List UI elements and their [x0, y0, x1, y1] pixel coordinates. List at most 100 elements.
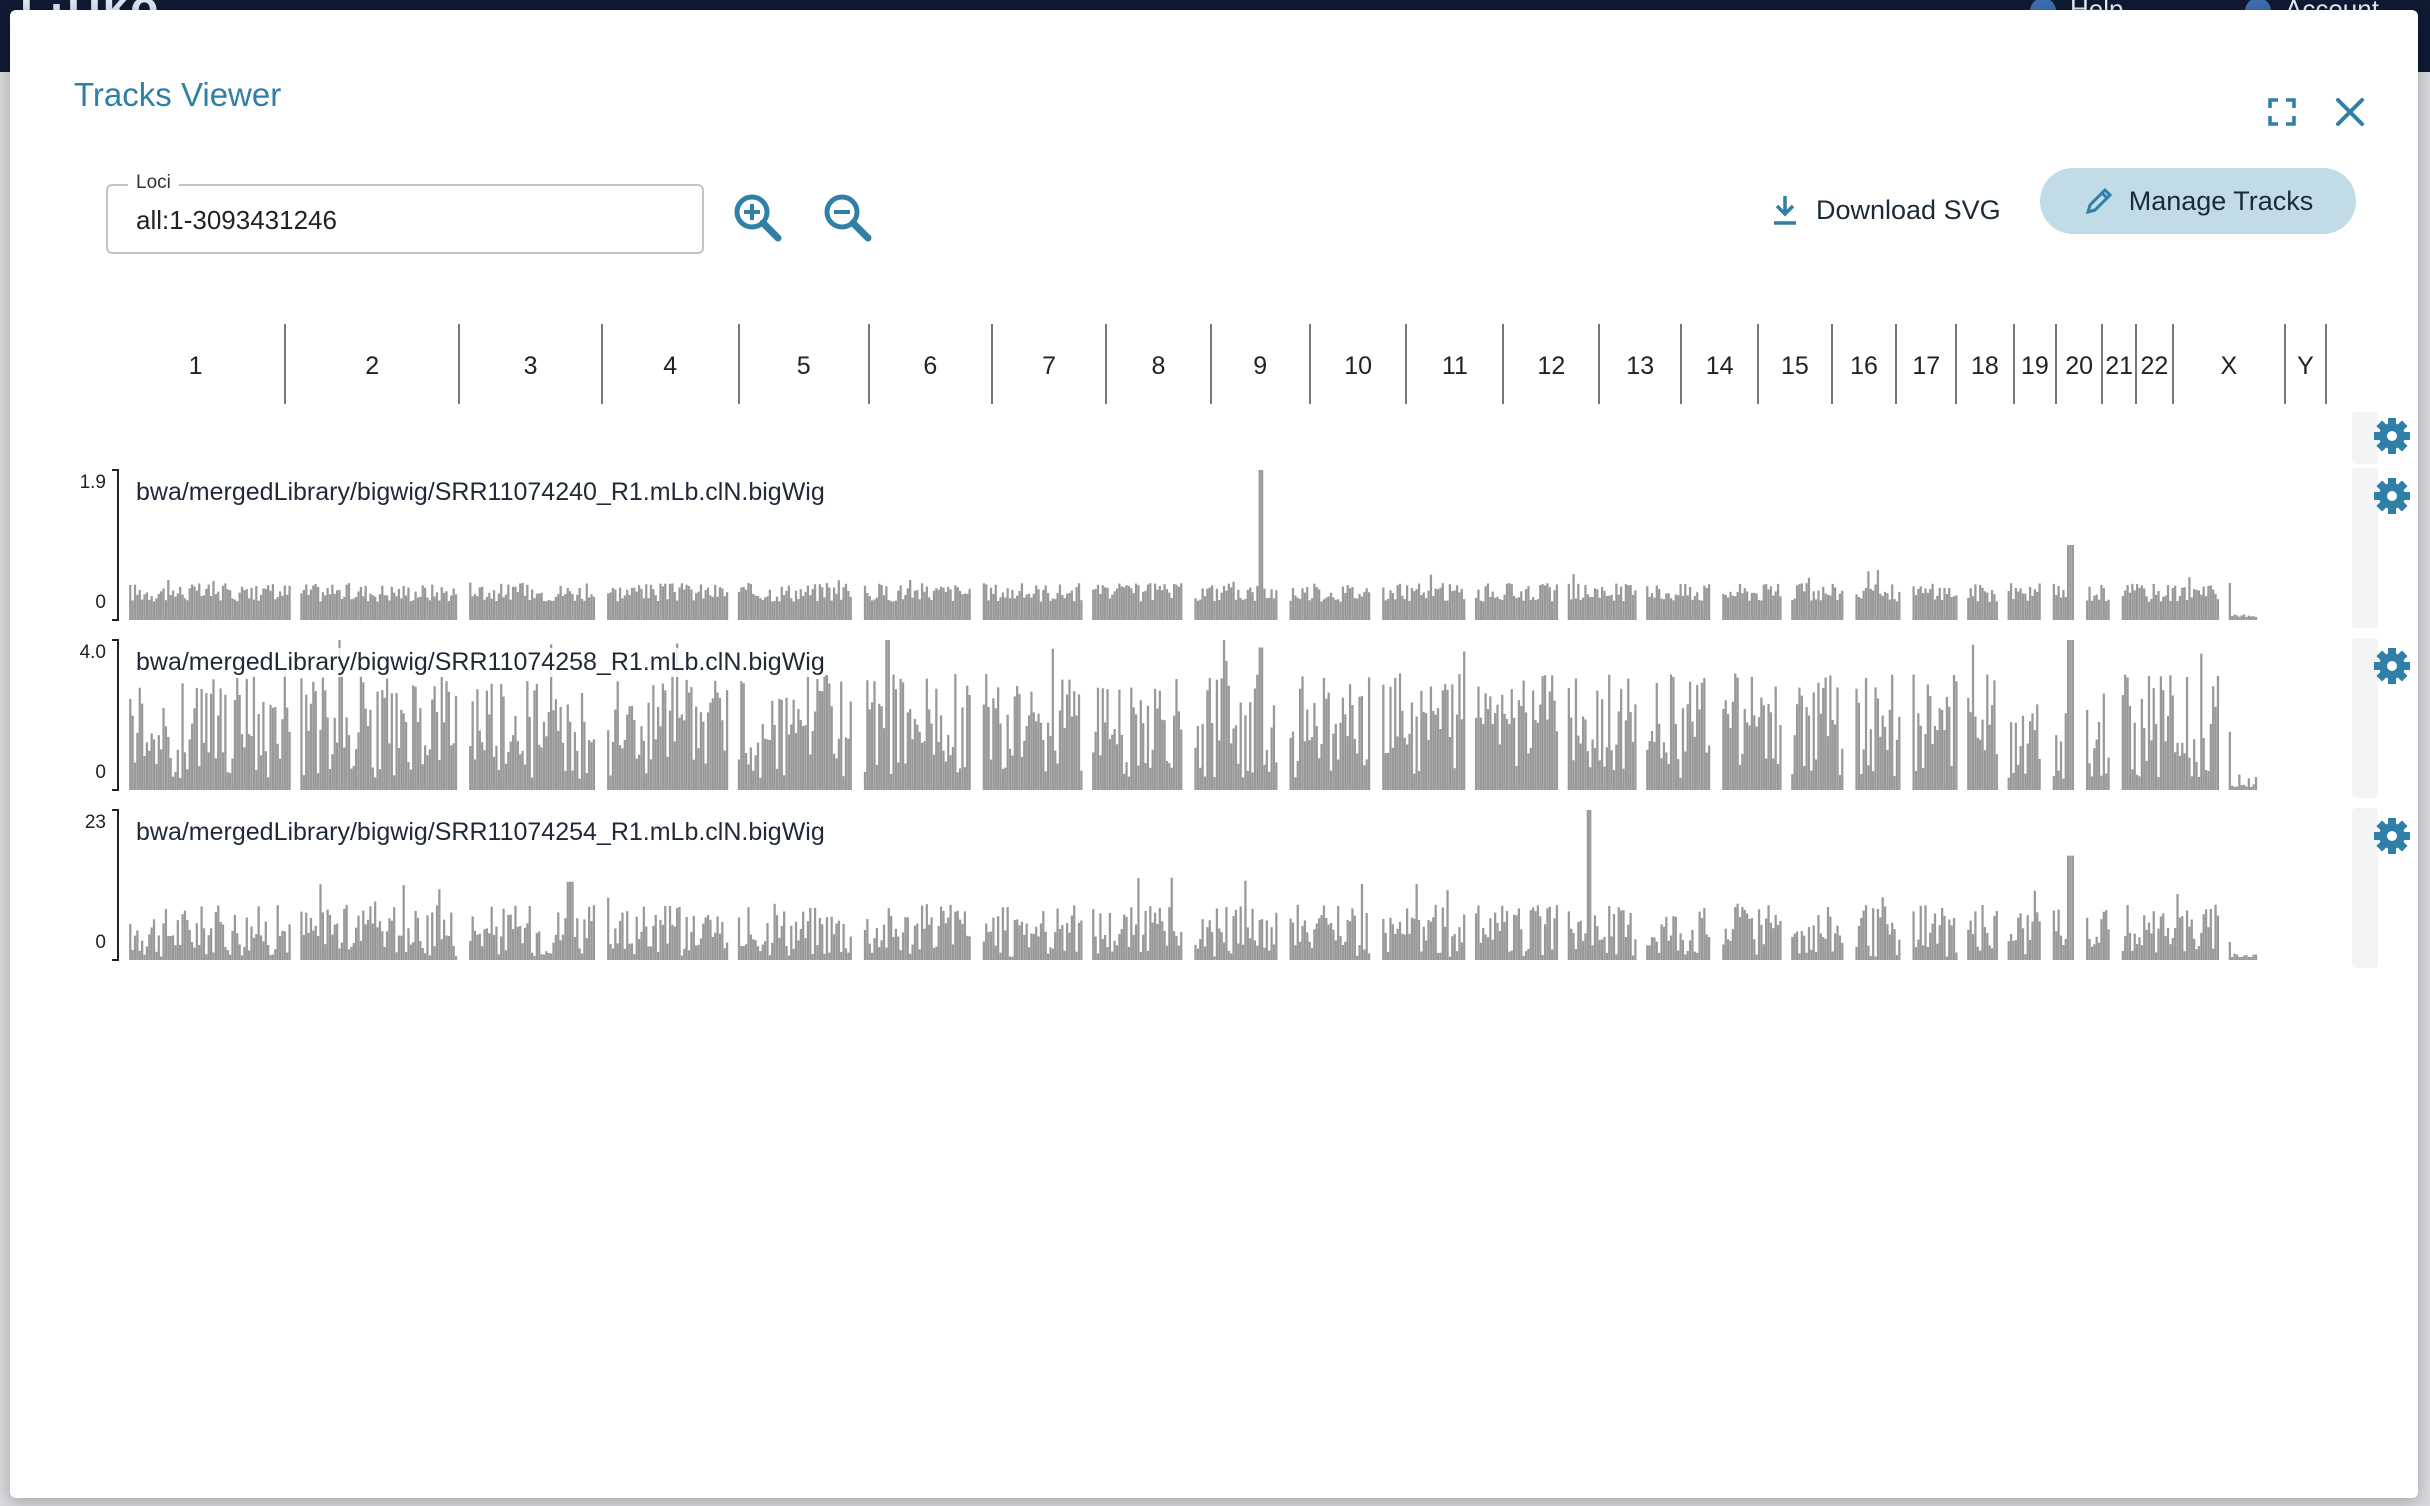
download-svg-button[interactable]: Download SVG: [1770, 178, 2001, 242]
zoom-out-button[interactable]: [820, 190, 876, 246]
coverage-bar: [1199, 767, 1202, 790]
chromosome-18[interactable]: 18: [1956, 324, 2014, 408]
coverage-bar: [1679, 933, 1682, 960]
coverage-bar: [1146, 705, 1150, 790]
chromosome-12[interactable]: 12: [1503, 324, 1599, 408]
chromosome-ideogram[interactable]: 1 2 3 4 5 6 7 8 9 10 11 12 13 14 15 16 17 18 19 20 21 22 X Y: [106, 312, 2327, 408]
coverage-bar: [1344, 941, 1347, 960]
coverage-bar: [350, 946, 353, 960]
coverage-bar: [423, 745, 427, 790]
ideogram-settings-gear[interactable]: [2372, 416, 2412, 456]
coverage-bar: [2093, 748, 2096, 790]
chromosome-7[interactable]: 7: [992, 324, 1106, 408]
coverage-bar: [1139, 951, 1142, 960]
coverage-bar: [1574, 598, 1578, 620]
chromosome-11[interactable]: 11: [1406, 324, 1503, 408]
coverage-bar: [1101, 585, 1104, 620]
coverage-bar: [1165, 761, 1169, 790]
coverage-bar: [1941, 599, 1944, 620]
chromosome-1[interactable]: 1: [106, 324, 285, 408]
manage-tracks-button[interactable]: Manage Tracks: [2040, 168, 2356, 234]
coverage-bar: [935, 946, 938, 960]
coverage-bar: [1622, 768, 1625, 790]
chromosome-2[interactable]: 2: [285, 324, 459, 408]
chromosome-17[interactable]: 17: [1896, 324, 1956, 408]
coverage-bar: [1819, 600, 1822, 620]
chromosome-9[interactable]: 9: [1211, 324, 1310, 408]
coverage-bar: [416, 597, 420, 620]
close-button[interactable]: [2330, 92, 2370, 132]
coverage-bar: [2126, 905, 2129, 960]
loci-field[interactable]: Loci: [106, 172, 704, 254]
coverage-bar: [1011, 956, 1014, 960]
coverage-bar: [1249, 702, 1252, 790]
track-3[interactable]: 23 0 bwa/mergedLibrary/bigwig/SRR1107425…: [60, 804, 2310, 968]
coverage-bar: [1627, 924, 1630, 960]
coverage-bar: [2188, 757, 2191, 790]
track-3-settings-gear[interactable]: [2372, 816, 2412, 856]
track-1-settings-gear[interactable]: [2372, 476, 2412, 516]
coverage-bar: [1950, 925, 1953, 960]
coverage-bar: [680, 955, 684, 960]
coverage-bar: [1486, 583, 1490, 620]
chromosome-10[interactable]: 10: [1310, 324, 1406, 408]
coverage-bar: [802, 911, 805, 960]
chromosome-3[interactable]: 3: [459, 324, 601, 408]
coverage-bar: [1439, 952, 1442, 960]
chromosome-5[interactable]: 5: [739, 324, 869, 408]
coverage-bar: [150, 596, 153, 620]
track-2-settings-gear[interactable]: [2372, 646, 2412, 686]
chromosome-8[interactable]: 8: [1106, 324, 1210, 408]
track-2[interactable]: 4.0 0 bwa/mergedLibrary/bigwig/SRR110742…: [60, 634, 2310, 798]
loci-input[interactable]: [134, 204, 678, 237]
coverage-bar: [1441, 907, 1444, 960]
coverage-bar: [485, 690, 489, 790]
coverage-bar: [1232, 728, 1235, 790]
chromosome-14[interactable]: 14: [1681, 324, 1758, 408]
coverage-bar: [813, 907, 817, 960]
track-1[interactable]: 1.9 0 bwa/mergedLibrary/bigwig/SRR110742…: [60, 464, 2310, 628]
coverage-bar: [504, 763, 508, 790]
coverage-bar: [357, 732, 360, 790]
coverage-bar: [963, 767, 966, 790]
chromosome-22[interactable]: 22: [2136, 324, 2173, 408]
chromosome-16[interactable]: 16: [1832, 324, 1897, 408]
chromosome-4[interactable]: 4: [602, 324, 739, 408]
coverage-bar: [1215, 588, 1219, 620]
coverage-bar: [618, 587, 622, 620]
coverage-bar: [989, 587, 993, 620]
coverage-bar: [243, 590, 246, 620]
coverage-bar: [1834, 933, 1837, 960]
coverage-bar: [754, 755, 757, 790]
coverage-bar: [849, 701, 852, 790]
chromosome-Y[interactable]: Y: [2285, 324, 2326, 408]
chromosome-6[interactable]: 6: [869, 324, 992, 408]
chromosome-20[interactable]: 20: [2056, 324, 2102, 408]
chromosome-13[interactable]: 13: [1599, 324, 1681, 408]
zoom-in-button[interactable]: [730, 190, 786, 246]
coverage-bar: [1427, 739, 1430, 790]
coverage-bar: [692, 915, 695, 960]
coverage-bar: [1039, 722, 1043, 790]
coverage-bar: [1746, 591, 1749, 620]
coverage-bar: [1429, 921, 1433, 960]
chromosome-21[interactable]: 21: [2102, 324, 2136, 408]
chromosome-15[interactable]: 15: [1758, 324, 1831, 408]
coverage-bar: [319, 601, 322, 620]
chromosome-X[interactable]: X: [2173, 324, 2285, 408]
coverage-bar: [2133, 933, 2136, 960]
chromosome-19[interactable]: 19: [2014, 324, 2056, 408]
coverage-bar: [188, 588, 191, 620]
coverage-bar: [1313, 583, 1316, 620]
fullscreen-button[interactable]: [2262, 92, 2302, 132]
coverage-bar: [1094, 588, 1097, 620]
coverage-bar: [1092, 589, 1095, 620]
coverage-bar: [1948, 706, 1951, 790]
coverage-bar: [1425, 713, 1428, 790]
coverage-bar: [749, 747, 752, 790]
coverage-bar: [1132, 593, 1135, 620]
coverage-bar: [759, 777, 762, 790]
coverage-bar: [1120, 734, 1123, 790]
coverage-bar: [2231, 785, 2234, 790]
coverage-bar: [1032, 593, 1035, 620]
